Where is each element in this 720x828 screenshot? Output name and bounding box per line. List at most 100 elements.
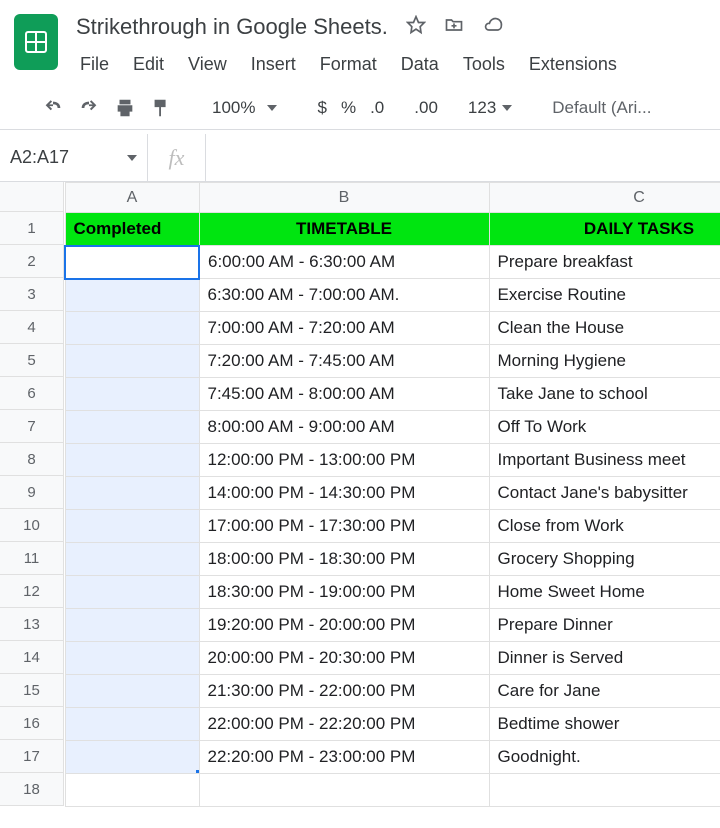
row-header[interactable]: 13	[0, 608, 64, 641]
cell[interactable]	[65, 279, 199, 312]
cell[interactable]: Bedtime shower	[489, 708, 720, 741]
row-header[interactable]: 9	[0, 476, 64, 509]
cell[interactable]: Off To Work	[489, 411, 720, 444]
row-header[interactable]: 11	[0, 542, 64, 575]
cell[interactable]: 22:20:00 PM - 23:00:00 PM	[199, 741, 489, 774]
menu-insert[interactable]: Insert	[249, 52, 298, 77]
cell[interactable]: Exercise Routine	[489, 279, 720, 312]
cell[interactable]: 20:00:00 PM - 20:30:00 PM	[199, 642, 489, 675]
decrease-decimal-button[interactable]: .0	[370, 98, 400, 118]
cell[interactable]: Clean the House	[489, 312, 720, 345]
cell[interactable]: 7:00:00 AM - 7:20:00 AM	[199, 312, 489, 345]
format-currency-button[interactable]: $	[317, 98, 326, 118]
row-header[interactable]: 7	[0, 410, 64, 443]
row-header[interactable]: 4	[0, 311, 64, 344]
cell[interactable]	[65, 378, 199, 411]
cell[interactable]: 7:20:00 AM - 7:45:00 AM	[199, 345, 489, 378]
cell[interactable]	[65, 774, 199, 807]
col-header[interactable]: B	[199, 183, 489, 213]
cell[interactable]: DAILY TASKS	[489, 213, 720, 246]
row-header[interactable]: 8	[0, 443, 64, 476]
cell[interactable]: Dinner is Served	[489, 642, 720, 675]
undo-icon[interactable]	[42, 97, 64, 119]
cell[interactable]: Close from Work	[489, 510, 720, 543]
move-folder-icon[interactable]	[444, 15, 464, 40]
menu-format[interactable]: Format	[318, 52, 379, 77]
cell[interactable]: 12:00:00 PM - 13:00:00 PM	[199, 444, 489, 477]
cell[interactable]: 22:00:00 PM - 22:20:00 PM	[199, 708, 489, 741]
cell[interactable]	[65, 312, 199, 345]
increase-decimal-button[interactable]: .00	[414, 98, 454, 118]
cell[interactable]: Prepare Dinner	[489, 609, 720, 642]
cell[interactable]: 6:00:00 AM - 6:30:00 AM	[199, 246, 489, 279]
cell[interactable]: Take Jane to school	[489, 378, 720, 411]
doc-title[interactable]: Strikethrough in Google Sheets.	[72, 12, 392, 42]
cell[interactable]: 7:45:00 AM - 8:00:00 AM	[199, 378, 489, 411]
cell[interactable]	[65, 543, 199, 576]
cell[interactable]: 19:20:00 PM - 20:00:00 PM	[199, 609, 489, 642]
print-icon[interactable]	[114, 97, 136, 119]
cell[interactable]	[65, 675, 199, 708]
row-header[interactable]: 12	[0, 575, 64, 608]
menu-extensions[interactable]: Extensions	[527, 52, 619, 77]
row-header[interactable]: 3	[0, 278, 64, 311]
row-header[interactable]: 18	[0, 773, 64, 806]
cell[interactable]	[65, 345, 199, 378]
zoom-select[interactable]: 100%	[212, 98, 277, 118]
cell[interactable]: 21:30:00 PM - 22:00:00 PM	[199, 675, 489, 708]
row-header[interactable]: 2	[0, 245, 64, 278]
cell[interactable]: Home Sweet Home	[489, 576, 720, 609]
cell[interactable]	[65, 444, 199, 477]
col-header[interactable]: C	[489, 183, 720, 213]
sheets-logo-icon[interactable]	[14, 14, 58, 70]
redo-icon[interactable]	[78, 97, 100, 119]
menu-data[interactable]: Data	[399, 52, 441, 77]
cell[interactable]	[65, 609, 199, 642]
row-header[interactable]: 17	[0, 740, 64, 773]
cell[interactable]: Morning Hygiene	[489, 345, 720, 378]
font-family-select[interactable]: Default (Ari...	[552, 98, 651, 118]
cell[interactable]: 14:00:00 PM - 14:30:00 PM	[199, 477, 489, 510]
cell[interactable]	[65, 576, 199, 609]
cell[interactable]: Grocery Shopping	[489, 543, 720, 576]
cell[interactable]	[65, 642, 199, 675]
menu-edit[interactable]: Edit	[131, 52, 166, 77]
cell[interactable]	[65, 741, 199, 774]
cell[interactable]	[65, 246, 199, 279]
cell[interactable]	[65, 411, 199, 444]
cell[interactable]: TIMETABLE	[199, 213, 489, 246]
row-header[interactable]: 15	[0, 674, 64, 707]
cell[interactable]: Contact Jane's babysitter	[489, 477, 720, 510]
cell[interactable]: Completed	[65, 213, 199, 246]
cell[interactable]: 6:30:00 AM - 7:00:00 AM.	[199, 279, 489, 312]
cell[interactable]: 18:00:00 PM - 18:30:00 PM	[199, 543, 489, 576]
select-all-corner[interactable]	[0, 182, 64, 212]
more-formats-button[interactable]: 123	[468, 98, 512, 118]
cell[interactable]: 8:00:00 AM - 9:00:00 AM	[199, 411, 489, 444]
row-header[interactable]: 1	[0, 212, 64, 245]
cell[interactable]: 18:30:00 PM - 19:00:00 PM	[199, 576, 489, 609]
cell[interactable]	[65, 477, 199, 510]
row-header[interactable]: 10	[0, 509, 64, 542]
formula-input[interactable]	[206, 134, 720, 181]
cloud-status-icon[interactable]	[482, 15, 504, 40]
cell[interactable]: Care for Jane	[489, 675, 720, 708]
cell[interactable]: Prepare breakfast	[489, 246, 720, 279]
paint-format-icon[interactable]	[150, 97, 172, 119]
cell[interactable]	[65, 510, 199, 543]
cell[interactable]	[489, 774, 720, 807]
cell[interactable]: 17:00:00 PM - 17:30:00 PM	[199, 510, 489, 543]
row-header[interactable]: 16	[0, 707, 64, 740]
star-icon[interactable]	[406, 15, 426, 40]
menu-file[interactable]: File	[78, 52, 111, 77]
row-header[interactable]: 14	[0, 641, 64, 674]
cell[interactable]	[199, 774, 489, 807]
row-header[interactable]: 5	[0, 344, 64, 377]
name-box[interactable]: A2:A17	[0, 134, 148, 181]
row-header[interactable]: 6	[0, 377, 64, 410]
col-header[interactable]: A	[65, 183, 199, 213]
cell[interactable]	[65, 708, 199, 741]
menu-tools[interactable]: Tools	[461, 52, 507, 77]
menu-view[interactable]: View	[186, 52, 229, 77]
cell[interactable]: Important Business meet	[489, 444, 720, 477]
